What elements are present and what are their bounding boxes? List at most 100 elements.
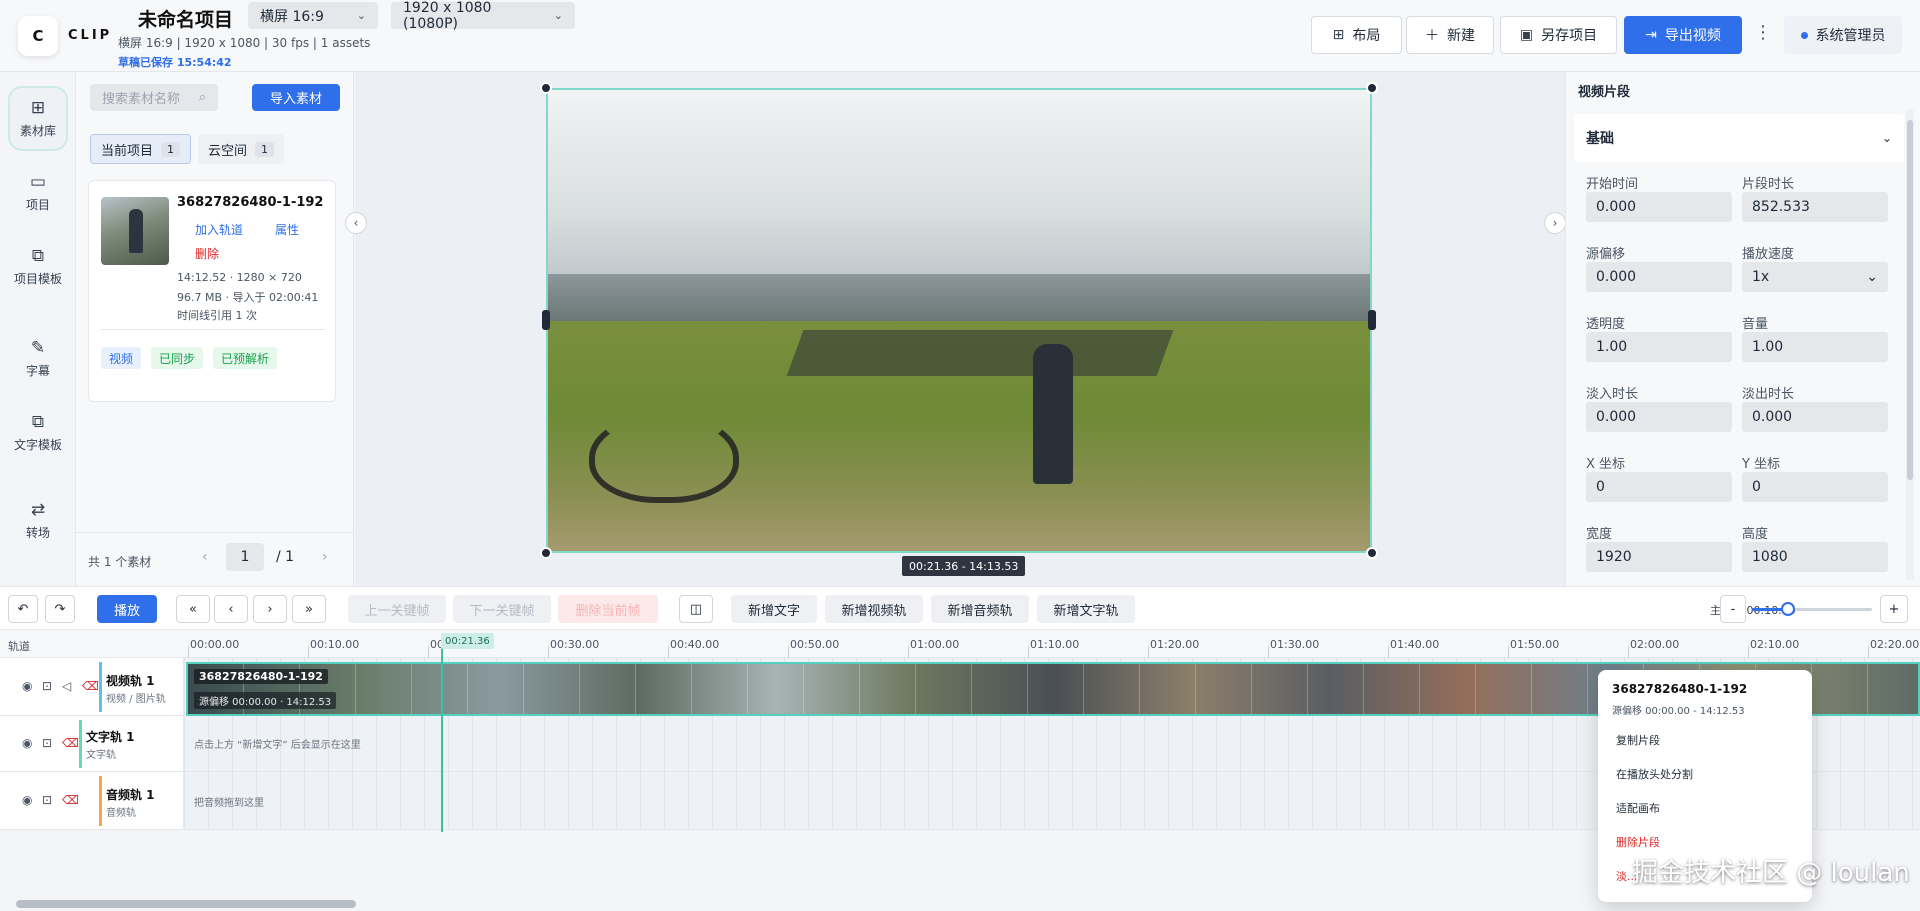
start-time-input[interactable]: 0.000: [1586, 192, 1732, 222]
nav-item-assets[interactable]: ⊞ 素材库: [10, 88, 66, 149]
search-input[interactable]: 搜索素材名称 ⌕: [90, 84, 218, 111]
save-as-button[interactable]: ▣ 另存项目: [1500, 16, 1617, 54]
skip-start-icon[interactable]: «: [176, 595, 210, 623]
step-back-icon[interactable]: ‹: [214, 595, 248, 623]
eye-icon[interactable]: ◉: [22, 736, 32, 750]
resize-handle-left[interactable]: [542, 310, 550, 330]
project-title[interactable]: 未命名项目: [138, 5, 233, 32]
nav-item-project-templates[interactable]: ⧉ 项目模板: [10, 246, 66, 287]
duration-input[interactable]: 852.533: [1742, 192, 1888, 222]
resolution-select[interactable]: 1920 x 1080 (1080P) ⌄: [391, 0, 575, 32]
playback-speed-select[interactable]: 1x ⌄: [1742, 262, 1888, 292]
layout-button[interactable]: ⊞ 布局: [1311, 16, 1402, 54]
menu-item-split-at-playhead[interactable]: 在播放头处分割: [1616, 766, 1693, 782]
tick-line: [1268, 646, 1269, 658]
source-offset-input[interactable]: 0.000: [1586, 262, 1732, 292]
x-coordinate-input[interactable]: 0: [1586, 472, 1732, 502]
chevron-right-icon[interactable]: ›: [322, 549, 328, 565]
user-menu[interactable]: 系统管理员: [1784, 16, 1902, 54]
new-button[interactable]: ＋ 新建: [1406, 16, 1494, 54]
lock-icon[interactable]: ⊡: [42, 793, 52, 807]
eye-icon[interactable]: ◉: [22, 679, 32, 693]
search-icon[interactable]: ⌕: [199, 90, 206, 105]
height-input[interactable]: 1080: [1742, 542, 1888, 572]
import-button[interactable]: 导入素材: [252, 84, 340, 111]
menu-item-fit-canvas[interactable]: 适配画布: [1616, 800, 1660, 816]
resize-handle-tl[interactable]: [540, 82, 552, 94]
asset-panel: 搜索素材名称 ⌕ 导入素材 当前项目 1 云空间 1 36827826480-1-19…: [76, 72, 354, 586]
time-ruler[interactable]: 轨道 00:00.0000:10.0000:20.0000:30.0000:40…: [0, 630, 1920, 658]
timeline-scrollbar[interactable]: [16, 900, 356, 908]
split-icon[interactable]: ◫: [679, 595, 713, 623]
delete-link[interactable]: 删除: [195, 245, 219, 262]
redo-icon[interactable]: ↷: [45, 595, 75, 623]
clip-thumbnail-cell: [580, 664, 636, 714]
clip-thumbnail-cell: [1868, 664, 1918, 714]
prev-keyframe-button[interactable]: 上一关键帧: [348, 595, 446, 623]
more-icon[interactable]: ⋮: [1754, 22, 1772, 43]
opacity-input[interactable]: 1.00: [1586, 332, 1732, 362]
zoom-slider[interactable]: [1752, 602, 1872, 616]
trash-icon[interactable]: ⌫: [82, 679, 99, 693]
clip-name: 36827826480-1-192: [194, 669, 328, 684]
asset-card[interactable]: 36827826480-1-192 加入轨道 属性 删除 14:12.52 · …: [88, 180, 336, 402]
add-text-button[interactable]: 新增文字: [731, 595, 817, 623]
tab-current-project[interactable]: 当前项目 1: [90, 134, 192, 164]
nav-item-transitions[interactable]: ⇄ 转场: [10, 500, 66, 541]
skip-end-icon[interactable]: »: [292, 595, 326, 623]
aspect-select[interactable]: 横屏 16:9 ⌄: [248, 2, 378, 29]
page-input[interactable]: 1: [226, 543, 264, 571]
collapse-left-icon[interactable]: ‹: [345, 212, 367, 234]
trash-icon[interactable]: ⌫: [62, 793, 79, 807]
zoom-out-button[interactable]: -: [1720, 595, 1746, 623]
next-keyframe-button[interactable]: 下一关键帧: [453, 595, 551, 623]
resize-handle-br[interactable]: [1366, 547, 1378, 559]
export-button[interactable]: ⇥ 导出视频: [1624, 16, 1742, 54]
step-forward-icon[interactable]: ›: [253, 595, 287, 623]
menu-item-delete-clip[interactable]: 删除片段: [1616, 834, 1660, 850]
section-basic[interactable]: 基础 ⌄: [1574, 114, 1904, 162]
add-audio-track-button[interactable]: 新增音频轨: [931, 595, 1029, 623]
fade-out-label: 淡出时长: [1742, 387, 1795, 402]
playhead[interactable]: [441, 640, 443, 832]
track-head-audio: ◉ ⊡ ⌫ 音频轨 1 音频轨: [0, 772, 184, 830]
nav-item-subtitles[interactable]: ✎ 字幕: [10, 338, 66, 379]
resize-handle-bl[interactable]: [540, 547, 552, 559]
plus-icon: ＋: [1425, 28, 1439, 44]
trash-icon[interactable]: ⌫: [62, 736, 79, 750]
volume-icon[interactable]: ◁: [62, 679, 71, 693]
video-canvas[interactable]: [546, 88, 1372, 553]
volume-input[interactable]: 1.00: [1742, 332, 1888, 362]
properties-link[interactable]: 属性: [275, 221, 299, 238]
clip-thumbnail-cell: [1196, 664, 1252, 714]
undo-icon[interactable]: ↶: [8, 595, 38, 623]
width-input[interactable]: 1920: [1586, 542, 1732, 572]
resize-handle-tr[interactable]: [1366, 82, 1378, 94]
zoom-in-button[interactable]: +: [1880, 595, 1908, 623]
tick-label: 01:00.00: [910, 638, 960, 651]
page-total: / 1: [276, 549, 295, 565]
logo-text: CLIP: [68, 28, 113, 43]
add-to-track-link[interactable]: 加入轨道: [195, 221, 243, 238]
y-coordinate-input[interactable]: 0: [1742, 472, 1888, 502]
delete-keyframe-button[interactable]: 删除当前帧: [558, 595, 658, 623]
add-video-track-button[interactable]: 新增视频轨: [825, 595, 923, 623]
lock-icon[interactable]: ⊡: [42, 679, 52, 693]
chevron-left-icon[interactable]: ‹: [202, 549, 208, 565]
add-text-track-button[interactable]: 新增文字轨: [1037, 595, 1135, 623]
lock-icon[interactable]: ⊡: [42, 736, 52, 750]
collapse-right-icon[interactable]: ›: [1544, 212, 1566, 234]
menu-item-copy-clip[interactable]: 复制片段: [1616, 732, 1660, 748]
nav-item-text-templates[interactable]: ⧉ 文字模板: [10, 412, 66, 453]
zoom-slider-knob[interactable]: [1781, 602, 1795, 616]
resize-handle-right[interactable]: [1368, 310, 1376, 330]
track-sub: 音频轨: [106, 808, 136, 819]
play-button[interactable]: 播放: [97, 595, 157, 623]
scrollbar-thumb[interactable]: [1907, 120, 1913, 480]
eye-icon[interactable]: ◉: [22, 793, 32, 807]
fade-out-input[interactable]: 0.000: [1742, 402, 1888, 432]
properties-scrollbar[interactable]: [1906, 110, 1914, 580]
tab-cloud[interactable]: 云空间 1: [198, 134, 285, 164]
fade-in-input[interactable]: 0.000: [1586, 402, 1732, 432]
nav-item-project[interactable]: ▭ 项目: [10, 172, 66, 213]
